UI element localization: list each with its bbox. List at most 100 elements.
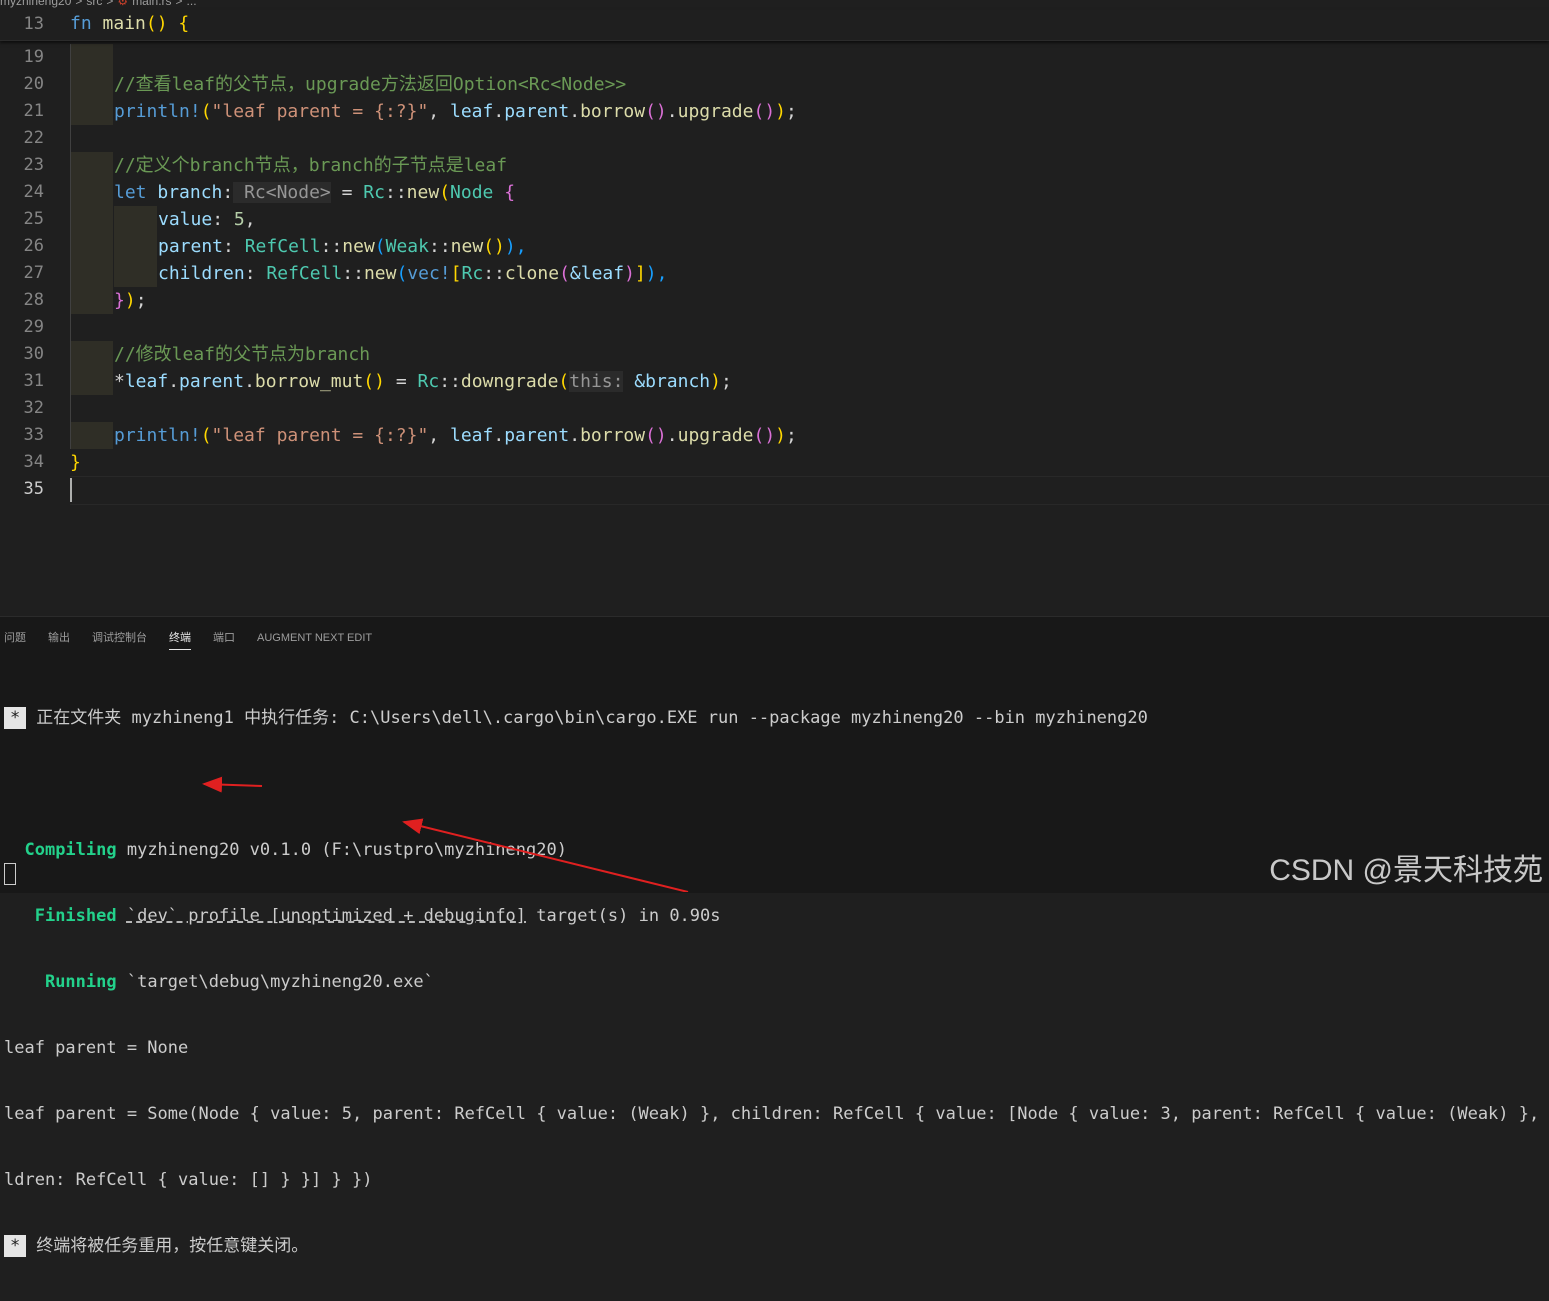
task-line: 正在文件夹 myzhineng1 中执行任务: C:\Users\dell\.c… bbox=[36, 708, 1148, 728]
code-line[interactable]: 34} bbox=[0, 449, 1549, 476]
tab-ports[interactable]: 端口 bbox=[213, 629, 235, 649]
code-token: . bbox=[168, 371, 180, 392]
sticky-code: fn main() { bbox=[70, 10, 189, 37]
code-token: clone bbox=[504, 263, 560, 284]
code-comment: //查看leaf的父节点，upgrade方法返回Option<Rc<Node>> bbox=[114, 74, 627, 95]
code-token: ; bbox=[786, 101, 797, 122]
code-line[interactable]: 21 println!("leaf parent = {:?}", leaf.pa… bbox=[0, 98, 1549, 125]
task-star-badge: * bbox=[4, 1235, 27, 1257]
line-number: 20 bbox=[23, 74, 44, 94]
code-token: new bbox=[450, 236, 484, 257]
code-comment: //修改leaf的父节点为branch bbox=[114, 344, 371, 365]
code-token: ( bbox=[374, 236, 386, 257]
code-editor[interactable]: 19 20 //查看leaf的父节点，upgrade方法返回Option<Rc<No… bbox=[0, 44, 1549, 614]
tab-problems[interactable]: 问题 bbox=[4, 629, 26, 649]
tab-augment-next-edit[interactable]: AUGMENT NEXT EDIT bbox=[257, 632, 372, 648]
finished-label: Finished bbox=[34, 906, 117, 926]
code-token: . bbox=[666, 101, 678, 122]
code-comment: //定义个branch节点，branch的子节点是leaf bbox=[114, 155, 508, 176]
code-token: . bbox=[666, 425, 678, 446]
code-token: :: bbox=[342, 263, 364, 284]
code-token: ( bbox=[558, 371, 570, 392]
running-text: `target\debug\myzhineng20.exe` bbox=[126, 972, 434, 992]
code-content: children: RefCell::new(vec![Rc::clone(&l… bbox=[158, 260, 667, 287]
breadcrumb-sep: > bbox=[106, 0, 114, 8]
code-line[interactable]: 23 //定义个branch节点，branch的子节点是leaf bbox=[0, 152, 1549, 179]
code-token: ( bbox=[439, 182, 451, 203]
code-token: () bbox=[645, 425, 667, 446]
code-token: ), bbox=[645, 263, 668, 284]
output-line: ldren: RefCell { value: [] } }] } }) bbox=[4, 1170, 373, 1190]
code-token: [ bbox=[450, 263, 462, 284]
breadcrumb-symbol[interactable]: ... bbox=[187, 0, 197, 8]
code-token: main bbox=[102, 13, 146, 34]
running-label: Running bbox=[44, 972, 117, 992]
line-number: 23 bbox=[23, 155, 44, 175]
code-line[interactable]: 28}); bbox=[0, 287, 1549, 314]
code-token: ) bbox=[624, 263, 635, 284]
code-content: value: 5, bbox=[158, 206, 256, 233]
sticky-scroll-header[interactable]: 13 fn main() { bbox=[0, 10, 1549, 41]
code-content: parent: RefCell::new(Weak::new()), bbox=[158, 233, 527, 260]
code-token: value bbox=[158, 209, 213, 230]
breadcrumb[interactable]: myzhineng20 > src > ⚙ main.rs >... bbox=[0, 0, 201, 8]
breadcrumb-src[interactable]: src bbox=[86, 0, 102, 8]
code-token: RefCell bbox=[244, 236, 321, 257]
tab-terminal[interactable]: 终端 bbox=[169, 629, 191, 650]
code-token: upgrade bbox=[677, 425, 754, 446]
code-token: () bbox=[645, 101, 667, 122]
code-token: . bbox=[493, 101, 505, 122]
code-line[interactable]: 30 //修改leaf的父节点为branch bbox=[0, 341, 1549, 368]
code-token: println! bbox=[114, 101, 201, 122]
line-number: 29 bbox=[23, 317, 44, 337]
breadcrumb-file[interactable]: main.rs bbox=[132, 0, 171, 8]
code-token: : bbox=[244, 263, 267, 284]
code-line[interactable]: 26 parent: RefCell::new(Weak::new()), bbox=[0, 233, 1549, 260]
code-token: new bbox=[406, 182, 440, 203]
code-line[interactable]: 35 bbox=[0, 476, 1549, 503]
code-token: } bbox=[70, 452, 81, 473]
code-token: :: bbox=[320, 236, 343, 257]
code-line[interactable]: 25 value: 5, bbox=[0, 206, 1549, 233]
code-token: vec! bbox=[407, 263, 451, 284]
code-token: ) bbox=[775, 425, 787, 446]
code-token: ) bbox=[775, 101, 787, 122]
code-token: ; bbox=[135, 290, 147, 311]
code-token: ), bbox=[504, 236, 527, 257]
code-token: () bbox=[483, 236, 505, 257]
tab-output[interactable]: 输出 bbox=[48, 629, 70, 649]
terminal-cursor bbox=[4, 863, 16, 885]
code-token: { bbox=[493, 182, 516, 203]
breadcrumb-sep: > bbox=[175, 0, 183, 8]
line-number: 24 bbox=[23, 182, 44, 202]
code-line[interactable]: 33 println!("leaf parent = {:?}", leaf.pa… bbox=[0, 422, 1549, 449]
code-line[interactable]: 19 bbox=[0, 44, 1549, 71]
code-token: () bbox=[363, 371, 385, 392]
line-number: 21 bbox=[23, 101, 44, 121]
code-token: "leaf parent = {:?}" bbox=[211, 425, 429, 446]
breadcrumb-sep: > bbox=[75, 0, 83, 8]
code-content: let branch: Rc<Node> = Rc::new(Node { bbox=[114, 179, 515, 206]
code-token: , bbox=[428, 425, 450, 446]
code-token: parent bbox=[504, 101, 570, 122]
code-token: . bbox=[569, 101, 581, 122]
code-line[interactable]: 27 children: RefCell::new(vec![Rc::clone(… bbox=[0, 260, 1549, 287]
code-token: "leaf parent = {:?}" bbox=[211, 101, 429, 122]
code-token: new bbox=[342, 236, 375, 257]
finished-profile: `dev` profile [unoptimized + debuginfo] bbox=[126, 906, 527, 926]
tab-debug-console[interactable]: 调试控制台 bbox=[92, 629, 147, 649]
code-token: Node bbox=[450, 182, 494, 203]
code-token: , bbox=[428, 101, 450, 122]
code-line[interactable]: 32 bbox=[0, 395, 1549, 422]
code-token: :: bbox=[384, 182, 407, 203]
breadcrumb-folder[interactable]: myzhineng20 bbox=[0, 0, 71, 8]
code-line[interactable]: 31 *leaf.parent.borrow_mut() = Rc::downgr… bbox=[0, 368, 1549, 395]
code-line[interactable]: 22 bbox=[0, 125, 1549, 152]
code-token: borrow bbox=[580, 425, 646, 446]
terminal-output[interactable]: * 正在文件夹 myzhineng1 中执行任务: C:\Users\dell\.… bbox=[4, 663, 1549, 1301]
code-token: * bbox=[114, 371, 125, 392]
code-line[interactable]: 29 bbox=[0, 314, 1549, 341]
code-line[interactable]: 20 //查看leaf的父节点，upgrade方法返回Option<Rc<Node… bbox=[0, 71, 1549, 98]
code-line[interactable]: 24 let branch: Rc<Node> = Rc::new(Node { bbox=[0, 179, 1549, 206]
code-token: branch bbox=[157, 182, 223, 203]
